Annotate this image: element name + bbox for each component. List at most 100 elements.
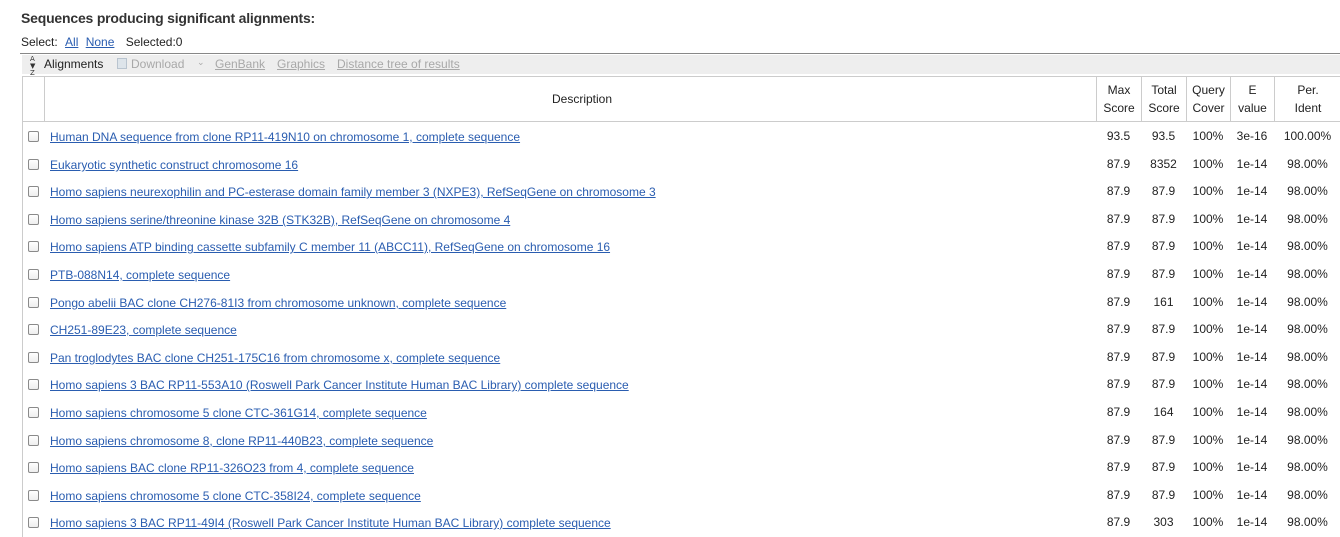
download-icon bbox=[117, 58, 127, 69]
row-checkbox[interactable] bbox=[28, 159, 39, 170]
max-score-cell: 87.9 bbox=[1106, 322, 1131, 336]
row-checkbox[interactable] bbox=[28, 131, 39, 142]
description-link[interactable]: Homo sapiens ATP binding cassette subfam… bbox=[50, 240, 610, 254]
row-checkbox[interactable] bbox=[28, 352, 39, 363]
description-link[interactable]: Homo sapiens 3 BAC RP11-49I4 (Roswell Pa… bbox=[50, 516, 611, 530]
query-cover-cell: 100% bbox=[1192, 515, 1224, 529]
table-row: Homo sapiens 3 BAC RP11-49I4 (Roswell Pa… bbox=[23, 509, 1340, 536]
header-e-value[interactable]: Evalue bbox=[1230, 77, 1274, 121]
distance-tree-link[interactable]: Distance tree of results bbox=[337, 57, 460, 71]
alignments-button[interactable]: Alignments bbox=[44, 57, 103, 71]
description-link[interactable]: Pongo abelii BAC clone CH276-81I3 from c… bbox=[50, 296, 506, 310]
header-query-cover[interactable]: Query Cover bbox=[1186, 77, 1230, 121]
max-score-cell: 87.9 bbox=[1106, 295, 1131, 309]
table-row: Pan troglodytes BAC clone CH251-175C16 f… bbox=[23, 344, 1340, 371]
query-cover-cell: 100% bbox=[1192, 239, 1224, 253]
description-link[interactable]: Homo sapiens 3 BAC RP11-553A10 (Roswell … bbox=[50, 378, 629, 392]
description-link[interactable]: Eukaryotic synthetic construct chromosom… bbox=[50, 158, 298, 172]
table-row: Homo sapiens chromosome 5 clone CTC-358I… bbox=[23, 482, 1340, 509]
per-ident-cell: 98.00% bbox=[1287, 488, 1328, 502]
header-per-ident-label: Per. Ident bbox=[1294, 83, 1322, 115]
total-score-cell: 87.9 bbox=[1151, 212, 1176, 226]
genbank-link[interactable]: GenBank bbox=[215, 57, 265, 71]
max-score-cell: 93.5 bbox=[1106, 129, 1131, 143]
table-row: Human DNA sequence from clone RP11-419N1… bbox=[23, 123, 1340, 150]
table-row: Homo sapiens chromosome 8, clone RP11-44… bbox=[23, 427, 1340, 454]
header-max-score-label: Max Score bbox=[1103, 83, 1135, 115]
total-score-cell: 87.9 bbox=[1151, 350, 1176, 364]
table-row: Homo sapiens ATP binding cassette subfam… bbox=[23, 233, 1340, 260]
e-value-cell: 1e-14 bbox=[1236, 488, 1268, 502]
query-cover-cell: 100% bbox=[1192, 129, 1224, 143]
query-cover-cell: 100% bbox=[1192, 377, 1224, 391]
row-checkbox[interactable] bbox=[28, 269, 39, 280]
description-link[interactable]: Homo sapiens serine/threonine kinase 32B… bbox=[50, 213, 510, 227]
max-score-cell: 87.9 bbox=[1106, 350, 1131, 364]
total-score-cell: 87.9 bbox=[1151, 377, 1176, 391]
max-score-cell: 87.9 bbox=[1106, 515, 1131, 529]
row-checkbox[interactable] bbox=[28, 379, 39, 390]
row-checkbox[interactable] bbox=[28, 324, 39, 335]
per-ident-cell: 98.00% bbox=[1287, 350, 1328, 364]
header-total-score-label: Total Score bbox=[1148, 83, 1180, 115]
query-cover-cell: 100% bbox=[1192, 350, 1224, 364]
query-cover-cell: 100% bbox=[1192, 212, 1224, 226]
table-row: Homo sapiens 3 BAC RP11-553A10 (Roswell … bbox=[23, 371, 1340, 398]
description-link[interactable]: Pan troglodytes BAC clone CH251-175C16 f… bbox=[50, 351, 500, 365]
header-checkbox-column bbox=[23, 77, 44, 121]
max-score-cell: 87.9 bbox=[1106, 157, 1131, 171]
select-all-link[interactable]: All bbox=[65, 35, 78, 49]
header-e-value-label: Evalue bbox=[1238, 83, 1267, 115]
header-description[interactable]: Description bbox=[44, 77, 1119, 121]
query-cover-cell: 100% bbox=[1192, 322, 1224, 336]
header-description-label: Description bbox=[551, 92, 613, 106]
max-score-cell: 87.9 bbox=[1106, 239, 1131, 253]
total-score-cell: 87.9 bbox=[1151, 184, 1176, 198]
select-none-link[interactable]: None bbox=[86, 35, 115, 49]
max-score-cell: 87.9 bbox=[1106, 212, 1131, 226]
max-score-cell: 87.9 bbox=[1106, 460, 1131, 474]
row-checkbox[interactable] bbox=[28, 407, 39, 418]
row-checkbox[interactable] bbox=[28, 297, 39, 308]
e-value-cell: 1e-14 bbox=[1236, 322, 1268, 336]
description-link[interactable]: Homo sapiens neurexophilin and PC-estera… bbox=[50, 185, 656, 199]
header-per-ident[interactable]: Per. Ident bbox=[1274, 77, 1340, 121]
total-score-cell: 87.9 bbox=[1151, 239, 1176, 253]
header-query-cover-label: Query Cover bbox=[1192, 83, 1225, 115]
table-row: Homo sapiens chromosome 5 clone CTC-361G… bbox=[23, 399, 1340, 426]
header-total-score[interactable]: Total Score bbox=[1141, 77, 1186, 121]
e-value-cell: 1e-14 bbox=[1236, 350, 1268, 364]
e-value-cell: 1e-14 bbox=[1236, 212, 1268, 226]
query-cover-cell: 100% bbox=[1192, 405, 1224, 419]
row-checkbox[interactable] bbox=[28, 462, 39, 473]
e-value-cell: 1e-14 bbox=[1236, 515, 1268, 529]
row-checkbox[interactable] bbox=[28, 435, 39, 446]
results-table: Description Max Score Total Score Query Cov… bbox=[22, 76, 1340, 537]
row-checkbox[interactable] bbox=[28, 241, 39, 252]
e-value-cell: 1e-14 bbox=[1236, 157, 1268, 171]
chevron-down-icon[interactable]: ⌄ bbox=[197, 58, 205, 68]
row-checkbox[interactable] bbox=[28, 186, 39, 197]
description-link[interactable]: Homo sapiens BAC clone RP11-326O23 from … bbox=[50, 461, 414, 475]
download-button[interactable]: Download bbox=[131, 57, 184, 71]
per-ident-cell: 98.00% bbox=[1287, 377, 1328, 391]
query-cover-cell: 100% bbox=[1192, 488, 1224, 502]
row-checkbox[interactable] bbox=[28, 490, 39, 501]
description-link[interactable]: CH251-89E23, complete sequence bbox=[50, 323, 237, 337]
graphics-link[interactable]: Graphics bbox=[277, 57, 325, 71]
max-score-cell: 87.9 bbox=[1106, 267, 1131, 281]
header-max-score[interactable]: Max Score bbox=[1096, 77, 1141, 121]
per-ident-cell: 98.00% bbox=[1287, 460, 1328, 474]
total-score-cell: 161 bbox=[1153, 295, 1174, 309]
description-link[interactable]: Homo sapiens chromosome 8, clone RP11-44… bbox=[50, 434, 433, 448]
description-link[interactable]: Homo sapiens chromosome 5 clone CTC-361G… bbox=[50, 406, 427, 420]
description-link[interactable]: Human DNA sequence from clone RP11-419N1… bbox=[50, 130, 520, 144]
row-checkbox[interactable] bbox=[28, 517, 39, 528]
description-link[interactable]: PTB-088N14, complete sequence bbox=[50, 268, 230, 282]
per-ident-cell: 98.00% bbox=[1287, 515, 1328, 529]
max-score-cell: 87.9 bbox=[1106, 433, 1131, 447]
row-checkbox[interactable] bbox=[28, 214, 39, 225]
description-link[interactable]: Homo sapiens chromosome 5 clone CTC-358I… bbox=[50, 489, 421, 503]
query-cover-cell: 100% bbox=[1192, 433, 1224, 447]
sort-icon[interactable]: A ▼ Z bbox=[30, 56, 40, 77]
